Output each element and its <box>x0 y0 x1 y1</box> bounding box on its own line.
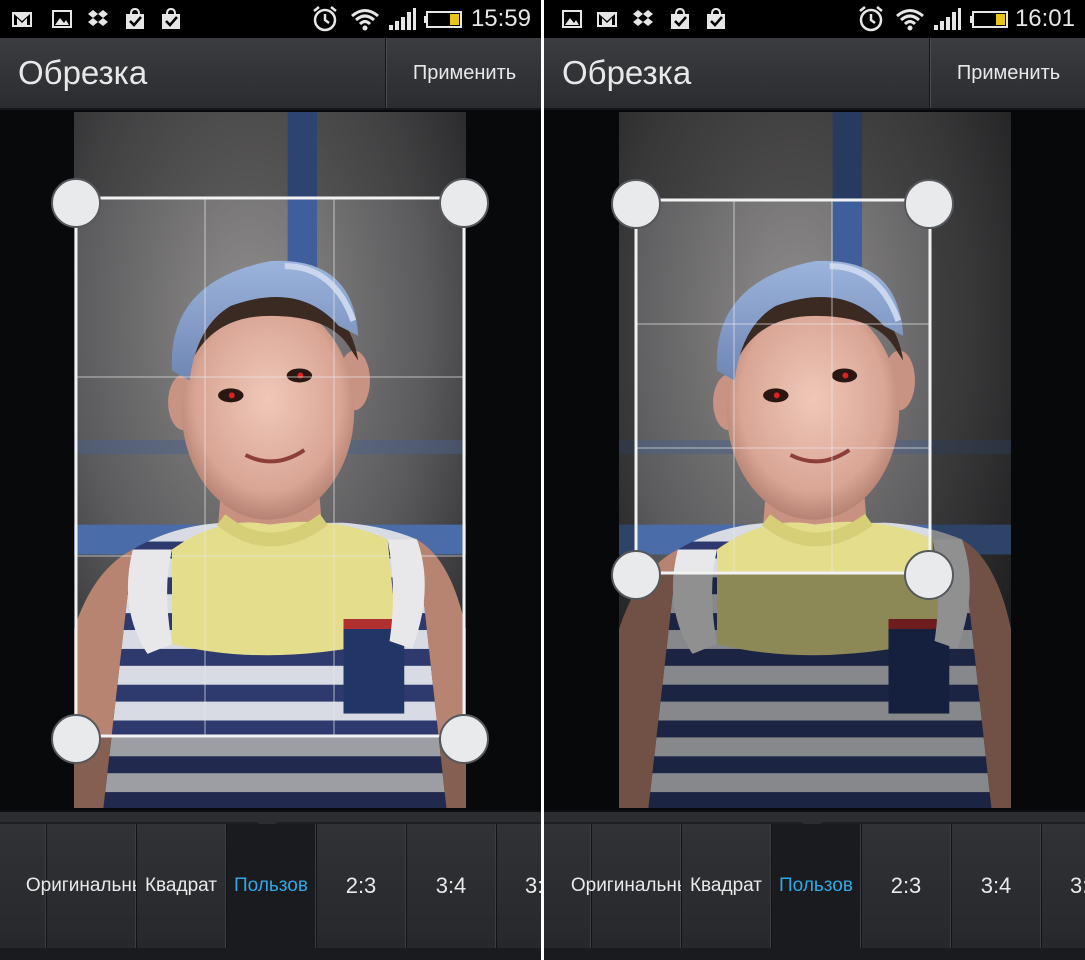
battery-icon <box>424 11 462 28</box>
clock-time: 15:59 <box>470 5 531 32</box>
crop-frame[interactable] <box>634 198 932 575</box>
apply-button[interactable]: Применить <box>388 38 541 108</box>
crop-handle-bottom-left[interactable] <box>611 550 661 600</box>
ratio-option-3-x[interactable]: 3: <box>1041 824 1085 948</box>
crop-handle-top-right[interactable] <box>439 178 489 228</box>
crop-canvas <box>0 110 541 810</box>
crop-overlay <box>0 110 541 810</box>
signal-icon <box>389 8 416 30</box>
gmail-icon <box>597 12 617 27</box>
divider <box>929 38 931 108</box>
ratio-option-square[interactable]: Квадрат <box>136 824 226 948</box>
ratio-option-2-3[interactable]: 2:3 <box>316 824 406 948</box>
ratio-option-3-4[interactable]: 3:4 <box>406 824 496 948</box>
crop-handle-bottom-right[interactable] <box>904 550 954 600</box>
ratio-option-custom[interactable]: Пользов <box>226 824 316 948</box>
crop-overlay <box>544 110 1085 810</box>
divider <box>385 38 387 108</box>
ratio-option-3-x[interactable]: 3: <box>496 824 541 948</box>
crop-handle-top-left[interactable] <box>51 178 101 228</box>
ratio-option-original[interactable]: Оригинальный <box>26 824 156 948</box>
action-bar: Обрезка Применить <box>544 38 1085 110</box>
wifi-icon <box>896 9 924 31</box>
screen-right: 16:01 Обрезка Применить Оригинальный Ква… <box>544 0 1085 960</box>
signal-icon <box>934 8 961 30</box>
dropbox-icon <box>633 10 653 26</box>
ratio-options: Оригинальный Квадрат Пользов 2:3 3:4 3: <box>0 824 541 948</box>
shopping-bag-check-icon <box>162 7 180 29</box>
ratio-option-3-4[interactable]: 3:4 <box>951 824 1041 948</box>
crop-handle-bottom-left[interactable] <box>51 714 101 764</box>
screen-left: 15:59 Обрезка Применить Оригинальный Ква… <box>0 0 541 960</box>
page-title: Обрезка <box>562 54 692 91</box>
alarm-icon <box>859 6 883 32</box>
clock-time: 16:01 <box>1014 5 1075 32</box>
shopping-bag-check-icon <box>707 7 725 29</box>
battery-icon <box>970 11 1008 28</box>
ratio-bar: Оригинальный Квадрат Пользов 2:3 3:4 3: <box>544 810 1085 960</box>
shopping-bag-check-icon <box>671 7 689 29</box>
crop-handle-bottom-right[interactable] <box>439 714 489 764</box>
gallery-icon <box>562 10 582 28</box>
gmail-icon <box>12 12 32 27</box>
ratio-bar: Оригинальный Квадрат Пользов 2:3 3:4 3: <box>0 810 541 960</box>
status-bar: 15:59 <box>0 0 541 38</box>
action-bar: Обрезка Применить <box>0 38 541 110</box>
ratio-options: Оригинальный Квадрат Пользов 2:3 3:4 3: <box>544 824 1085 948</box>
crop-canvas <box>544 110 1085 810</box>
shopping-bag-check-icon <box>126 7 144 29</box>
gallery-icon <box>52 10 72 28</box>
crop-handle-top-left[interactable] <box>611 179 661 229</box>
wifi-icon <box>351 9 379 31</box>
ratio-option-original[interactable]: Оригинальный <box>571 824 701 948</box>
status-bar: 16:01 <box>544 0 1085 38</box>
dropbox-icon <box>88 10 108 26</box>
ratio-option-2-3[interactable]: 2:3 <box>861 824 951 948</box>
ratio-option-custom[interactable]: Пользов <box>771 824 861 948</box>
crop-handle-top-right[interactable] <box>904 179 954 229</box>
ratio-option-square[interactable]: Квадрат <box>681 824 771 948</box>
apply-button[interactable]: Применить <box>932 38 1085 108</box>
crop-frame[interactable] <box>74 196 466 738</box>
page-title: Обрезка <box>18 54 148 91</box>
alarm-icon <box>313 6 337 32</box>
